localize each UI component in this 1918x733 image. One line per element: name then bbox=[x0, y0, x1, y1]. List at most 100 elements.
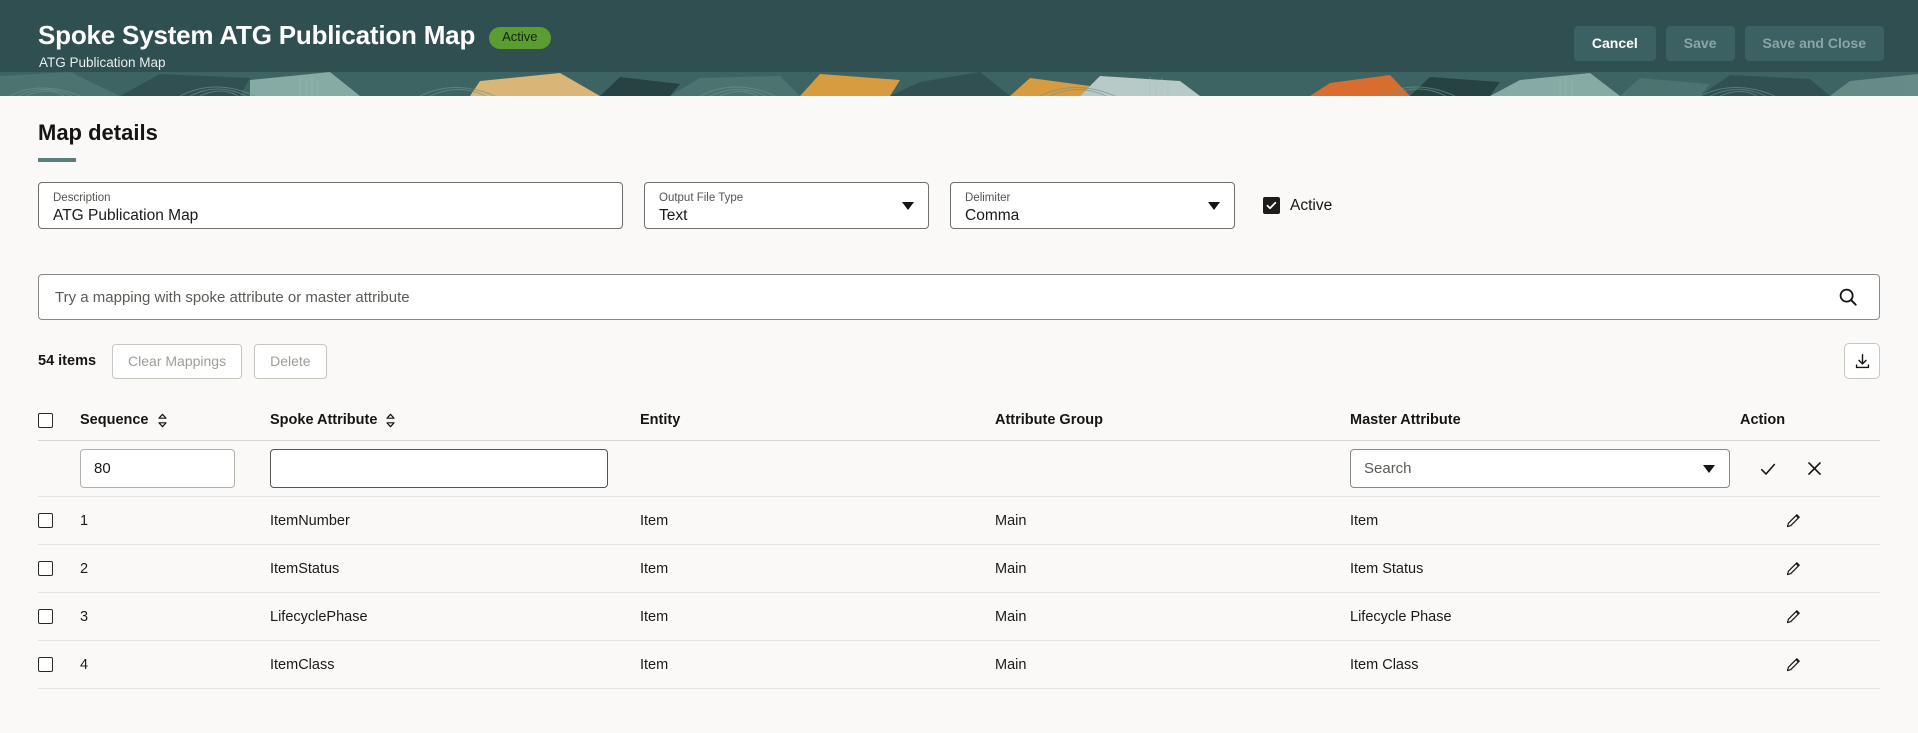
column-header-attribute-group: Attribute Group bbox=[995, 412, 1103, 429]
editor-action-cell bbox=[1740, 459, 1880, 479]
chevron-down-icon bbox=[1703, 464, 1715, 473]
delimiter-label: Delimiter bbox=[965, 192, 1011, 205]
header-actions: Cancel Save Save and Close bbox=[1573, 22, 1884, 62]
cell-entity: Item bbox=[640, 560, 669, 577]
check-icon[interactable] bbox=[1758, 459, 1778, 479]
search-input[interactable]: Try a mapping with spoke attribute or ma… bbox=[55, 289, 410, 306]
cell-spoke-attribute: ItemNumber bbox=[270, 512, 350, 529]
output-file-type-label: Output File Type bbox=[659, 192, 744, 205]
row-select-cell bbox=[38, 561, 80, 577]
column-header-spoke-attribute[interactable]: Spoke Attribute bbox=[270, 412, 640, 428]
cell-action bbox=[1740, 655, 1880, 674]
cell-sequence: 1 bbox=[80, 512, 89, 529]
save-and-close-button[interactable]: Save and Close bbox=[1744, 26, 1884, 62]
chevron-down-icon bbox=[1208, 201, 1220, 210]
close-icon[interactable] bbox=[1805, 459, 1824, 478]
row-checkbox[interactable] bbox=[38, 609, 53, 625]
table-editor-row: 80 Search bbox=[38, 441, 1880, 498]
master-attribute-placeholder: Search bbox=[1364, 460, 1412, 478]
editor-master-attribute-cell: Search bbox=[1350, 449, 1740, 489]
row-select-cell bbox=[38, 513, 80, 529]
cell-master-attribute: Item bbox=[1350, 512, 1379, 529]
cell-spoke-attribute: LifecyclePhase bbox=[270, 608, 368, 625]
cell-attribute-group: Main bbox=[995, 560, 1027, 577]
delimiter-select[interactable]: Delimiter Comma bbox=[950, 182, 1235, 230]
mappings-table: Sequence Spoke Attribute Entity Attribut… bbox=[38, 400, 1880, 690]
table-row[interactable]: 2 ItemStatus Item Main Item Status bbox=[38, 545, 1880, 594]
column-header-master-attribute: Master Attribute bbox=[1350, 412, 1461, 429]
item-count: 54 items bbox=[38, 353, 97, 370]
sort-icon bbox=[157, 413, 167, 428]
sequence-input[interactable]: 80 bbox=[80, 449, 235, 489]
cell-entity: Item bbox=[640, 656, 669, 673]
pencil-icon[interactable] bbox=[1784, 655, 1803, 674]
page-title: Spoke System ATG Publication Map bbox=[38, 20, 476, 50]
table-row[interactable]: 4 ItemClass Item Main Item Class bbox=[38, 641, 1880, 690]
cell-entity: Item bbox=[640, 608, 669, 625]
search-icon[interactable] bbox=[1835, 284, 1861, 310]
delimiter-value: Comma bbox=[965, 206, 1020, 224]
pencil-icon[interactable] bbox=[1784, 511, 1803, 530]
cell-action bbox=[1740, 511, 1880, 530]
row-checkbox[interactable] bbox=[38, 657, 53, 673]
cell-sequence: 4 bbox=[80, 656, 89, 673]
pencil-icon[interactable] bbox=[1784, 559, 1803, 578]
mapping-search-bar[interactable]: Try a mapping with spoke attribute or ma… bbox=[38, 274, 1880, 321]
cell-attribute-group: Main bbox=[995, 608, 1027, 625]
cell-attribute-group: Main bbox=[995, 656, 1027, 673]
table-toolbar: 54 items Clear Mappings Delete bbox=[38, 343, 1880, 380]
cell-master-attribute: Item Class bbox=[1350, 656, 1419, 673]
select-all-checkbox[interactable] bbox=[38, 412, 53, 428]
editor-sequence-cell: 80 bbox=[80, 449, 270, 489]
page-subtitle: ATG Publication Map bbox=[39, 55, 166, 71]
download-icon[interactable] bbox=[1844, 343, 1880, 380]
select-all-cell bbox=[38, 412, 80, 428]
cell-spoke-attribute: ItemClass bbox=[270, 656, 335, 673]
table-row[interactable]: 3 LifecyclePhase Item Main Lifecycle Phase bbox=[38, 593, 1880, 642]
check-icon bbox=[1266, 202, 1277, 210]
active-checkbox[interactable] bbox=[1263, 197, 1280, 215]
cell-action bbox=[1740, 559, 1880, 578]
row-checkbox[interactable] bbox=[38, 561, 53, 577]
clear-mappings-button[interactable]: Clear Mappings bbox=[112, 343, 243, 379]
table-header-row: Sequence Spoke Attribute Entity Attribut… bbox=[38, 400, 1880, 442]
map-details-form: Description ATG Publication Map Output F… bbox=[38, 182, 1880, 230]
table-body: 1 ItemNumber Item Main Item 2 ItemStatus Item M… bbox=[38, 497, 1880, 690]
row-select-cell bbox=[38, 609, 80, 625]
cell-master-attribute: Lifecycle Phase bbox=[1350, 608, 1452, 625]
column-header-entity: Entity bbox=[640, 412, 681, 429]
row-checkbox[interactable] bbox=[38, 513, 53, 529]
chevron-down-icon bbox=[902, 201, 914, 210]
spoke-attribute-input[interactable] bbox=[270, 449, 608, 489]
output-file-type-select[interactable]: Output File Type Text bbox=[644, 182, 929, 230]
active-checkbox-label: Active bbox=[1290, 196, 1333, 214]
table-row[interactable]: 1 ItemNumber Item Main Item bbox=[38, 497, 1880, 546]
delete-button[interactable]: Delete bbox=[254, 343, 327, 379]
cancel-button[interactable]: Cancel bbox=[1573, 26, 1656, 62]
description-label: Description bbox=[53, 192, 111, 205]
main-content: Map details Description ATG Publication … bbox=[0, 96, 1918, 690]
save-button[interactable]: Save bbox=[1665, 26, 1735, 62]
cell-attribute-group: Main bbox=[995, 512, 1027, 529]
cell-action bbox=[1740, 607, 1880, 626]
row-select-cell bbox=[38, 657, 80, 673]
master-attribute-select[interactable]: Search bbox=[1350, 449, 1730, 489]
column-header-sequence-label: Sequence bbox=[80, 412, 149, 429]
cell-sequence: 3 bbox=[80, 608, 89, 625]
cell-entity: Item bbox=[640, 512, 669, 529]
app-header: Spoke System ATG Publication Map Active … bbox=[0, 0, 1918, 96]
description-field[interactable]: Description ATG Publication Map bbox=[38, 182, 623, 230]
sort-icon bbox=[386, 413, 396, 428]
cell-master-attribute: Item Status bbox=[1350, 560, 1424, 577]
section-title: Map details bbox=[38, 120, 158, 145]
pencil-icon[interactable] bbox=[1784, 607, 1803, 626]
output-file-type-value: Text bbox=[659, 206, 688, 224]
cell-spoke-attribute: ItemStatus bbox=[270, 560, 340, 577]
active-checkbox-group[interactable]: Active bbox=[1263, 197, 1332, 215]
cell-sequence: 2 bbox=[80, 560, 89, 577]
section-accent-rule bbox=[38, 158, 76, 163]
column-header-action: Action bbox=[1740, 412, 1786, 429]
column-header-spoke-attribute-label: Spoke Attribute bbox=[270, 412, 378, 429]
title-block: Spoke System ATG Publication Map Active … bbox=[38, 20, 551, 71]
column-header-sequence[interactable]: Sequence bbox=[80, 412, 270, 428]
